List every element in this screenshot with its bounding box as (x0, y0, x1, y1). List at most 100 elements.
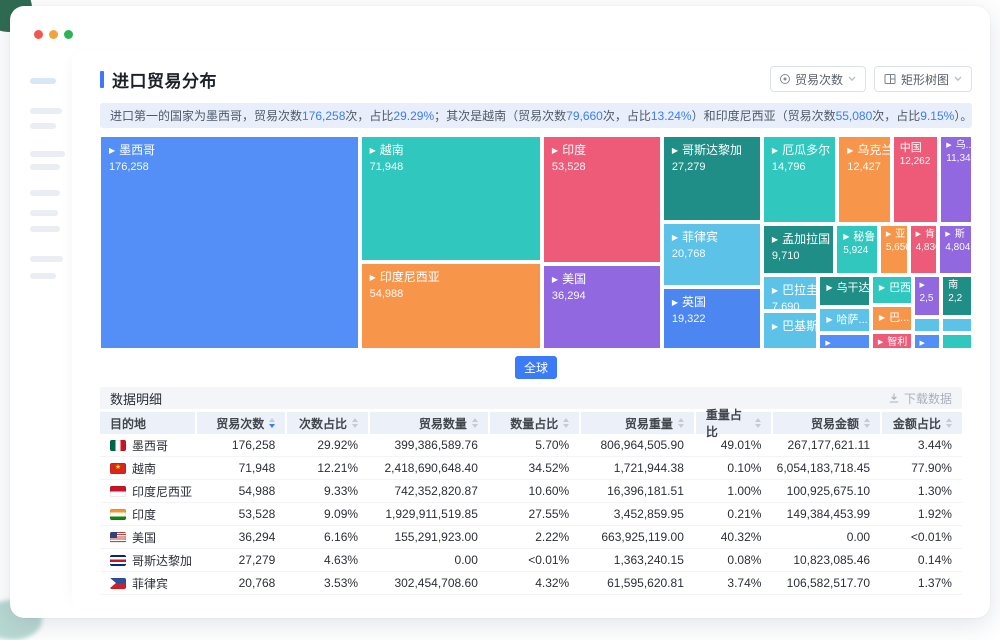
table-row-越南: 越南71,94812.21%2,418,690,648.4034.52%1,72… (100, 457, 962, 480)
column-header-重量占比[interactable]: 重量占比 (694, 412, 772, 434)
treemap-tile-巴基斯坦[interactable]: ▶巴基斯坦 (763, 312, 818, 349)
maximize-window-button[interactable] (64, 30, 73, 39)
drilldown-arrow-icon: ▶ (552, 275, 558, 284)
value-cell: 1.92% (880, 503, 962, 525)
column-header-数量占比[interactable]: 数量占比 (488, 412, 579, 434)
treemap-tile-乌...[interactable]: ▶乌...11,342 (940, 136, 972, 223)
treemap-tile-肯[interactable]: ▶肯4,836 (910, 225, 938, 274)
sidebar-skeleton-item (30, 151, 65, 157)
treemap-tile-巴...[interactable]: ▶巴... (872, 306, 912, 331)
treemap-tile-unlabeled[interactable] (914, 318, 941, 332)
sort-icon[interactable] (563, 418, 569, 428)
value-cell: 155,291,923.00 (368, 526, 488, 548)
treemap-tile-斯[interactable]: ▶斯4,804 (939, 225, 972, 274)
sort-icon[interactable] (269, 418, 275, 428)
drilldown-arrow-icon: ▶ (945, 231, 950, 238)
tile-label: 巴拉圭 (782, 283, 817, 297)
drilldown-arrow-icon: ▶ (772, 146, 778, 155)
summary-text: 次，占比 (872, 109, 920, 123)
treemap-tile-美国[interactable]: ▶美国36,294 (543, 265, 661, 349)
flag-icon-in (110, 509, 126, 520)
treemap-tile-unlabeled[interactable] (942, 318, 972, 332)
treemap-tile-哥斯达黎加[interactable]: ▶哥斯达黎加27,279 (663, 136, 761, 221)
treemap-tile-厄瓜多尔[interactable]: ▶厄瓜多尔14,796 (763, 136, 836, 223)
treemap-tile-unlabeled[interactable]: ▶ (914, 334, 941, 349)
destination-cell: 印度 (100, 503, 195, 525)
sidebar-skeleton-item (30, 226, 60, 232)
tile-label: 中国 (900, 142, 922, 154)
value-cell: 106,582,517.70 (771, 572, 880, 594)
column-header-label: 贸易次数 (216, 415, 264, 432)
treemap-tile-墨西哥[interactable]: ▶墨西哥176,258 (100, 136, 359, 349)
sort-icon[interactable] (472, 418, 478, 428)
value-cell: 36,294 (195, 526, 286, 548)
sidebar (30, 72, 70, 279)
column-header-贸易金额[interactable]: 贸易金额 (771, 412, 880, 434)
treemap-tile-中国[interactable]: 中国12,262 (893, 136, 939, 223)
tile-label: 斯 (955, 229, 965, 240)
treemap-tile-unlabeled[interactable] (942, 334, 972, 349)
destination-name: 哥斯达黎加 (132, 552, 192, 569)
value-cell: 3,452,859.95 (579, 503, 694, 525)
treemap-tile-南[interactable]: 南2,2 (942, 276, 972, 316)
sort-icon[interactable] (864, 418, 870, 428)
flag-icon-id (110, 486, 126, 497)
column-header-label: 贸易金额 (811, 415, 859, 432)
column-header-贸易数量[interactable]: 贸易数量 (368, 412, 488, 434)
column-header-label: 数量占比 (510, 415, 558, 432)
value-cell: 6.16% (285, 526, 368, 548)
sort-icon[interactable] (678, 418, 684, 428)
value-cell: 40.32% (694, 526, 772, 548)
drilldown-arrow-icon: ▶ (370, 146, 376, 155)
close-window-button[interactable] (34, 30, 43, 39)
treemap-tile-印度[interactable]: ▶印度53,528 (543, 136, 661, 263)
treemap-tile-英国[interactable]: ▶英国19,322 (663, 288, 761, 349)
treemap-tile-秘鲁[interactable]: ▶秘鲁5,924 (836, 225, 878, 274)
drilldown-arrow-icon: ▶ (847, 146, 853, 155)
treemap-tile-乌干达[interactable]: ▶乌干达 (819, 276, 870, 306)
value-cell: <0.01% (880, 526, 962, 548)
tile-value: 71,948 (370, 161, 532, 173)
summary-banner: 进口第一的国家为墨西哥，贸易次数176,258次，占比29.29%；其次是越南（… (100, 103, 972, 128)
chart-type-select-dropdown[interactable]: 矩形树图 (874, 66, 972, 92)
value-cell: <0.01% (488, 549, 579, 571)
value-cell: 61,595,620.81 (579, 572, 694, 594)
drilldown-arrow-icon: ▶ (370, 273, 376, 282)
treemap-tile-亚[interactable]: ▶亚5,650 (880, 225, 908, 274)
column-header-贸易重量[interactable]: 贸易重量 (579, 412, 694, 434)
sidebar-skeleton-item (30, 108, 62, 114)
value-cell: 0.00 (368, 549, 488, 571)
tile-label: 巴基斯坦 (782, 319, 817, 333)
value-cell: 34.52% (488, 457, 579, 479)
treemap-tile-印度尼西亚[interactable]: ▶印度尼西亚54,988 (361, 263, 541, 349)
treemap-breadcrumb: 全球 (100, 356, 972, 379)
metric-select-dropdown[interactable]: 贸易次数 (770, 66, 866, 92)
treemap-tile-乌克兰[interactable]: ▶乌克兰12,427 (838, 136, 891, 223)
column-header-次数占比[interactable]: 次数占比 (285, 412, 368, 434)
treemap-tile-unlabeled[interactable]: ▶2,5 (914, 276, 941, 316)
treemap-tile-菲律宾[interactable]: ▶菲律宾20,768 (663, 223, 761, 286)
drilldown-arrow-icon: ▶ (552, 146, 558, 155)
column-header-金额占比[interactable]: 金额占比 (880, 412, 962, 434)
sort-icon[interactable] (755, 418, 761, 428)
column-header-贸易次数[interactable]: 贸易次数 (195, 412, 286, 434)
treemap-tile-越南[interactable]: ▶越南71,948 (361, 136, 541, 261)
sort-icon[interactable] (352, 418, 358, 428)
value-cell: 27.55% (488, 503, 579, 525)
table-row-墨西哥: 墨西哥176,25829.92%399,386,589.765.70%806,9… (100, 434, 962, 457)
breadcrumb-root-button[interactable]: 全球 (515, 356, 557, 379)
sort-icon[interactable] (946, 418, 952, 428)
tile-value: 4,836 (916, 242, 932, 253)
tile-value: 176,258 (109, 161, 350, 173)
treemap-tile-巴拉圭[interactable]: ▶巴拉圭7,690 (763, 276, 818, 310)
summary-text: ；其次是越南（贸易次数 (434, 109, 566, 123)
treemap-tile-unlabeled[interactable]: ▶ (819, 334, 870, 349)
treemap-tile-智利[interactable]: ▶智利 (872, 333, 912, 349)
minimize-window-button[interactable] (49, 30, 58, 39)
download-data-button[interactable]: 下载数据 (888, 390, 952, 407)
treemap-tile-哈萨...[interactable]: ▶哈萨... (819, 308, 870, 332)
treemap-tile-孟加拉国[interactable]: ▶孟加拉国9,710 (763, 225, 834, 274)
destination-name: 墨西哥 (132, 437, 168, 454)
tile-value: 11,342 (946, 153, 966, 164)
treemap-tile-巴西[interactable]: ▶巴西 (872, 276, 912, 304)
